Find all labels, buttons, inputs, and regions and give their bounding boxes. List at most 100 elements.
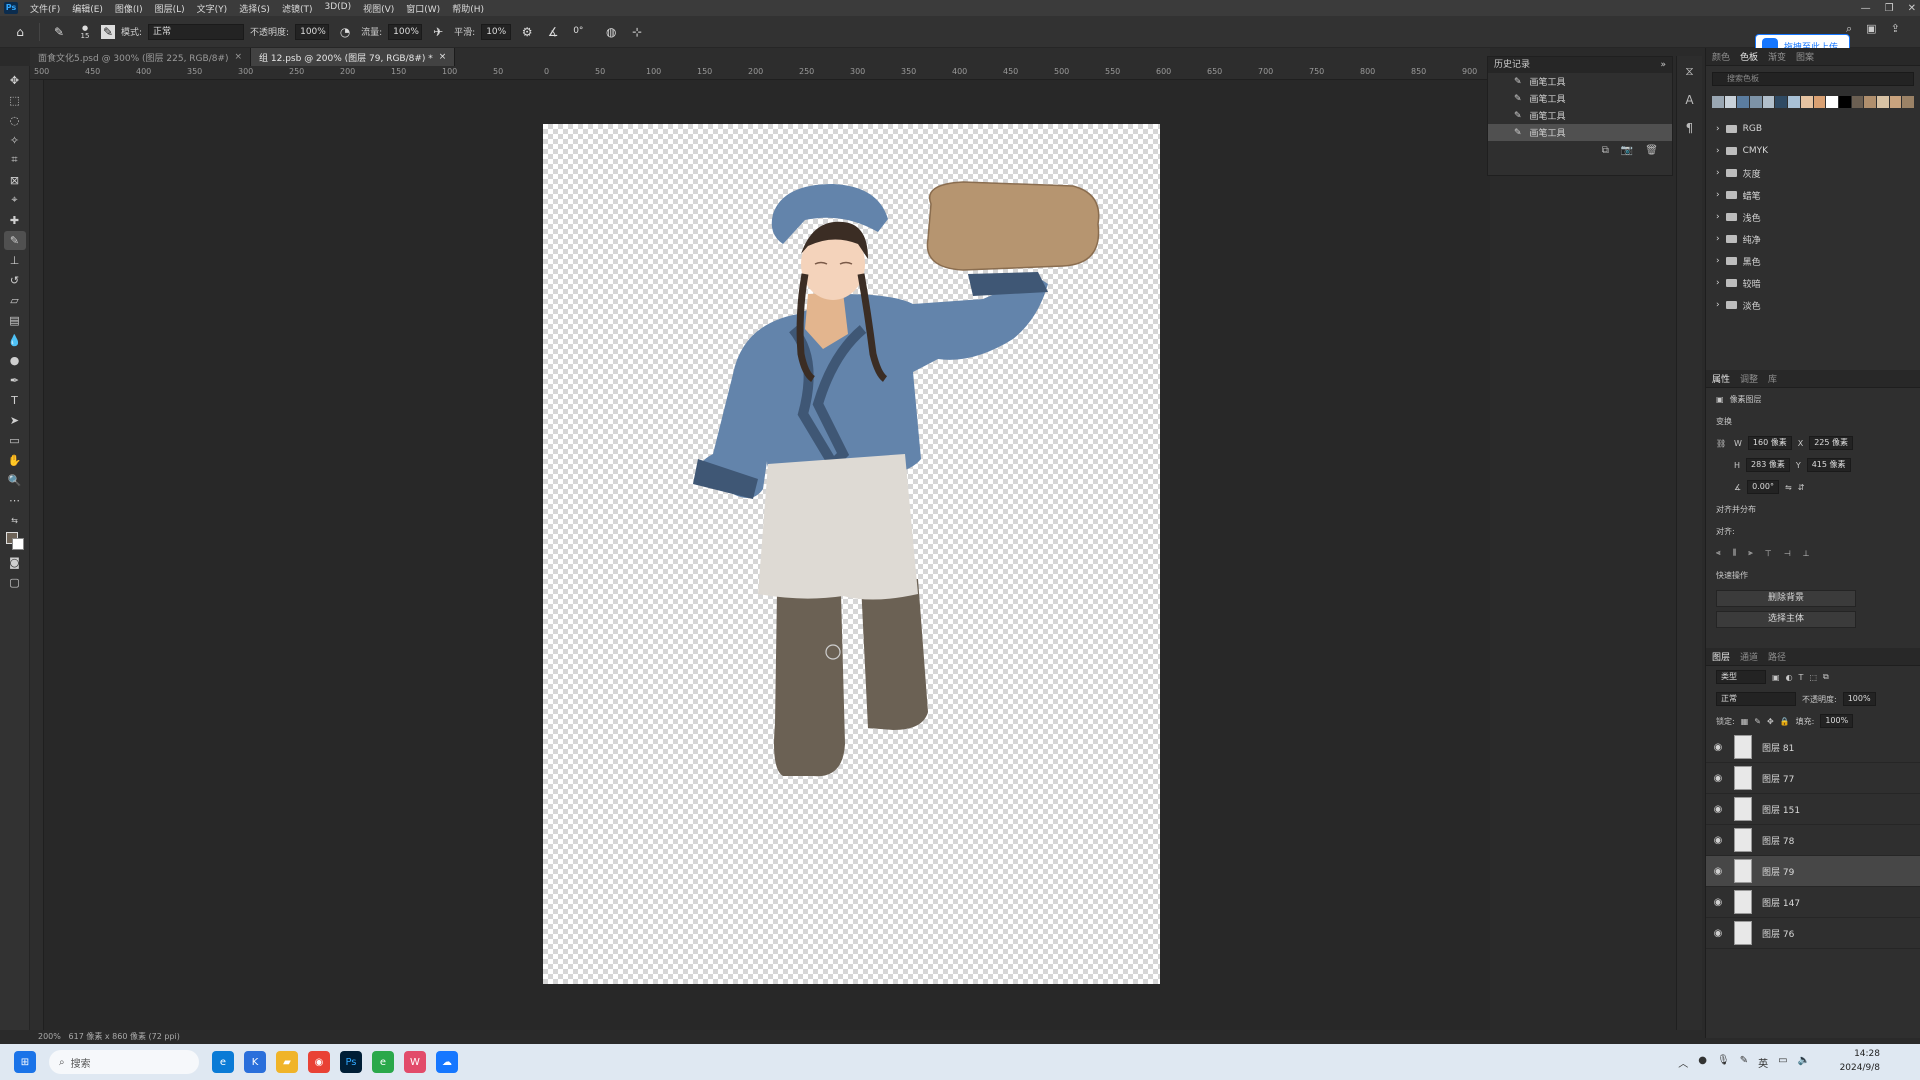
swatch-group[interactable]: › RGB (1706, 118, 1920, 140)
pen-tool-icon[interactable]: ✒ (4, 371, 26, 390)
menu-item[interactable]: 图像(I) (109, 2, 149, 15)
microphone-icon[interactable]: 🎙 (1717, 1055, 1730, 1070)
zoom-tool-icon[interactable]: 🔍 (4, 471, 26, 490)
select-subject-button[interactable]: 选择主体 (1716, 611, 1856, 628)
menu-item[interactable]: 图层(L) (149, 2, 191, 15)
ime-icon[interactable]: 英 (1758, 1055, 1768, 1070)
swap-colors-icon[interactable]: ⇆ (4, 511, 26, 530)
magic-wand-icon[interactable]: ✧ (4, 131, 26, 150)
delete-icon[interactable]: 🗑 (1645, 145, 1658, 156)
layer-name[interactable]: 图层 78 (1762, 834, 1794, 847)
snapshot-icon[interactable]: 📷 (1621, 145, 1633, 156)
chevron-right-icon[interactable]: › (1716, 124, 1720, 134)
visibility-eye-icon[interactable]: ◉ (1712, 866, 1724, 877)
path-selection-icon[interactable]: ➤ (4, 411, 26, 430)
app-pink-icon[interactable]: W (404, 1051, 426, 1073)
background-color[interactable] (11, 538, 24, 550)
layer-opacity-field[interactable]: 100% (1842, 692, 1876, 706)
volume-icon[interactable]: 🔈 (1798, 1055, 1810, 1070)
lasso-tool-icon[interactable]: ◌ (4, 111, 26, 130)
brush-tool-icon[interactable]: ✎ (49, 22, 69, 42)
opacity-field[interactable]: 100% (295, 23, 330, 40)
link-icon[interactable]: ⛓ (1716, 439, 1728, 448)
share-icon[interactable]: ⇪ (1891, 22, 1900, 36)
chevron-right-icon[interactable]: › (1716, 146, 1720, 156)
history-item[interactable]: ✎ 画笔工具 (1488, 90, 1672, 107)
home-icon[interactable]: ⌂ (10, 22, 30, 42)
dodge-icon[interactable]: ● (4, 351, 26, 370)
chrome-icon[interactable]: ◉ (308, 1051, 330, 1073)
menu-item[interactable]: 文件(F) (24, 2, 66, 15)
color-swatch[interactable] (1800, 96, 1813, 108)
file-explorer-icon[interactable]: ▰ (276, 1051, 298, 1073)
layer-row[interactable]: ◉ 图层 79 (1706, 856, 1920, 887)
menu-item[interactable]: 文字(Y) (191, 2, 234, 15)
panel-tab[interactable]: 调整 (1740, 372, 1758, 385)
chevron-right-icon[interactable]: › (1716, 212, 1720, 222)
menu-item[interactable]: 3D(D) (318, 2, 357, 15)
layer-name[interactable]: 图层 76 (1762, 927, 1794, 940)
tray-app-icon[interactable]: ● (1698, 1055, 1707, 1070)
minimize-icon[interactable]: — (1861, 3, 1871, 14)
layer-name[interactable]: 图层 81 (1762, 741, 1794, 754)
layer-name[interactable]: 图层 79 (1762, 865, 1794, 878)
color-swatch[interactable] (1813, 96, 1826, 108)
pressure-size-icon[interactable]: ◍ (601, 22, 621, 42)
zoom-level[interactable]: 200% (38, 1032, 61, 1041)
panel-tab[interactable]: 图层 (1712, 650, 1730, 663)
quick-mask-icon[interactable]: ◙ (4, 553, 26, 572)
angle-field[interactable]: 0.00° (1747, 480, 1779, 494)
restore-icon[interactable]: ❐ (1885, 3, 1894, 14)
panel-tab[interactable]: 渐变 (1768, 50, 1786, 63)
flip-vertical-icon[interactable]: ⇵ (1798, 483, 1805, 492)
panel-tab[interactable]: 图案 (1796, 50, 1814, 63)
panel-tab[interactable]: 路径 (1768, 650, 1786, 663)
taskbar-search[interactable]: ⌕ 搜索 (49, 1050, 199, 1074)
airbrush-icon[interactable]: ✈ (428, 22, 448, 42)
doc-tab-1[interactable]: 面食文化5.psd @ 300% (图层 225, RGB/8#) × (30, 48, 252, 66)
layer-row[interactable]: ◉ 图层 78 (1706, 825, 1920, 856)
color-swatch[interactable] (1838, 96, 1851, 108)
chevron-right-icon[interactable]: › (1716, 190, 1720, 200)
color-swatch[interactable] (1775, 96, 1788, 108)
more-tools-icon[interactable]: ⋯ (4, 491, 26, 510)
brush-preset-picker[interactable]: ● 15 (75, 22, 95, 42)
pen-icon[interactable]: ✎ (1740, 1055, 1748, 1070)
color-swatch[interactable] (1889, 96, 1902, 108)
chevron-right-icon[interactable]: › (1716, 256, 1720, 266)
chevron-right-icon[interactable]: › (1716, 234, 1720, 244)
rectangle-tool-icon[interactable]: ▭ (4, 431, 26, 450)
gear-icon[interactable]: ⚙ (517, 22, 537, 42)
blend-mode-select[interactable]: 正常 (1716, 692, 1796, 706)
menu-item[interactable]: 帮助(H) (446, 2, 490, 15)
clone-stamp-icon[interactable]: ⊥ (4, 251, 26, 270)
visibility-eye-icon[interactable]: ◉ (1712, 742, 1724, 753)
clock[interactable]: 14:28 2024/9/8 (1840, 1047, 1880, 1075)
type-tool-icon[interactable]: T (4, 391, 26, 410)
character-panel-icon[interactable]: A (1685, 93, 1693, 107)
pressure-opacity-icon[interactable]: ◔ (335, 22, 355, 42)
color-swatch[interactable] (1851, 96, 1864, 108)
filter-type-icon[interactable]: T (1799, 673, 1804, 682)
visibility-eye-icon[interactable]: ◉ (1712, 897, 1724, 908)
history-item[interactable]: ✎ 画笔工具 (1488, 73, 1672, 90)
visibility-eye-icon[interactable]: ◉ (1712, 773, 1724, 784)
layer-filter-select[interactable]: 类型 (1716, 670, 1766, 684)
align-center-icon[interactable]: ⫼ (1733, 548, 1737, 558)
color-swatch[interactable] (1788, 96, 1800, 108)
edge-icon[interactable]: e (212, 1051, 234, 1073)
move-tool-icon[interactable]: ✥ (4, 71, 26, 90)
history-brush-icon[interactable]: ↺ (4, 271, 26, 290)
color-swatch[interactable] (1712, 96, 1724, 108)
app-k-icon[interactable]: K (244, 1051, 266, 1073)
swatch-group[interactable]: › 淡色 (1706, 294, 1920, 316)
paragraph-panel-icon[interactable]: ¶ (1686, 121, 1694, 135)
swatch-group[interactable]: › 纯净 (1706, 228, 1920, 250)
visibility-eye-icon[interactable]: ◉ (1712, 835, 1724, 846)
swatch-group[interactable]: › 黑色 (1706, 250, 1920, 272)
layer-row[interactable]: ◉ 图层 81 (1706, 732, 1920, 763)
new-document-icon[interactable]: ⧉ (1602, 145, 1609, 156)
visibility-eye-icon[interactable]: ◉ (1712, 928, 1724, 939)
brush-tool-icon[interactable]: ✎ (3, 230, 26, 250)
smoothing-field[interactable]: 10% (481, 23, 512, 40)
